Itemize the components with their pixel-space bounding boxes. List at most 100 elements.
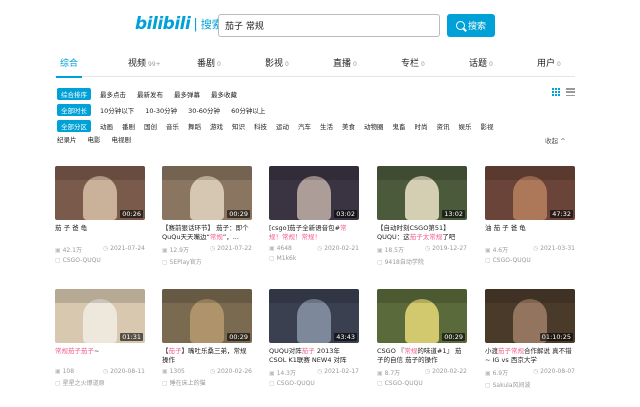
video-title[interactable]: [csgo]茄子全新语音包#常规！常规！常规！: [269, 224, 359, 242]
zone-option[interactable]: 动画: [100, 121, 113, 131]
zone-option[interactable]: 影视: [481, 121, 494, 131]
tab-count: 99+: [148, 61, 161, 68]
tab-label: 视频: [128, 59, 147, 69]
zone-option[interactable]: 电视剧: [112, 134, 132, 144]
video-thumbnail[interactable]: 00:29: [162, 166, 252, 220]
search-input[interactable]: [225, 20, 433, 31]
video-title[interactable]: QUQU对阵茄子 2013年 CSOL K1联赛 NEW4 对阵: [269, 347, 359, 365]
video-card[interactable]: 00:29 CSGO 『常规的味道#1』 茄子的自信 茄子的操作 8.7万 2020-…: [377, 289, 467, 387]
video-card[interactable]: 13:02 【自动时刻CSGO第51】 QUQU：这茄子太常规了吧 18.5万 201…: [377, 166, 467, 266]
video-title[interactable]: 常规茄子茄子~: [55, 347, 145, 365]
video-thumbnail[interactable]: 43:43: [269, 289, 359, 343]
uploader-name[interactable]: CSGO-QUQU: [55, 257, 145, 264]
zone-option[interactable]: 音乐: [166, 121, 179, 131]
video-card[interactable]: 01:31常规茄子茄子~1082020-08-11星星之火燎道原: [55, 289, 145, 387]
duration-option[interactable]: 60分钟以上: [231, 105, 265, 115]
grid-view-icon[interactable]: [552, 88, 561, 96]
video-title[interactable]: 油 茄 子 爸 龟: [485, 224, 575, 242]
zone-option[interactable]: 生活: [320, 121, 333, 131]
sort-option[interactable]: 最多弹幕: [174, 89, 200, 99]
video-thumbnail[interactable]: 00:29: [377, 289, 467, 343]
zone-option[interactable]: 电影: [88, 134, 101, 144]
tab-article[interactable]: 专栏 0: [401, 56, 425, 69]
zone-option[interactable]: 游戏: [210, 121, 223, 131]
zone-option[interactable]: 资讯: [437, 121, 450, 131]
zone-option[interactable]: 国创: [144, 121, 157, 131]
video-thumbnail[interactable]: 00:29: [162, 289, 252, 343]
zone-option[interactable]: 时尚: [415, 121, 428, 131]
duration-option[interactable]: 10分钟以下: [100, 105, 134, 115]
upload-date: 2020-02-26: [210, 368, 252, 375]
duration-option[interactable]: 30-60分钟: [188, 105, 220, 115]
uploader-name[interactable]: CSGO-QUQU: [485, 257, 575, 264]
zone-filter-row-2: 纪录片 电影 电视剧: [57, 134, 142, 144]
tab-topic[interactable]: 话题 0: [469, 56, 493, 69]
thumbnail-shade: [485, 166, 575, 180]
video-card[interactable]: 03:02 [csgo]茄子全新语音包#常规！常规！常规！ 4648 2020-02-…: [269, 166, 359, 262]
zone-option[interactable]: 知识: [232, 121, 245, 131]
video-title[interactable]: 茄 子 爸 龟: [55, 224, 145, 242]
video-duration: 13:02: [442, 210, 465, 218]
zone-option[interactable]: 舞蹈: [188, 121, 201, 131]
zone-option[interactable]: 番剧: [122, 121, 135, 131]
thumbnail-figure: [190, 299, 224, 343]
zone-option[interactable]: 科技: [254, 121, 267, 131]
uploader-name[interactable]: M1k6k: [269, 255, 359, 262]
thumbnail-shade: [377, 289, 467, 303]
uploader-name[interactable]: 9418自动学院: [377, 257, 467, 266]
uploader-name[interactable]: Sakula风间波: [485, 380, 575, 389]
search-box[interactable]: [218, 14, 440, 37]
video-thumbnail[interactable]: 01:10:25: [485, 289, 575, 343]
header: bilibili | 搜索 搜索: [0, 0, 640, 50]
video-card[interactable]: 00:29 【茄子】嘴吐乐桑三弟，常规操作 1305 2020-02-26 睡在床上的猫: [162, 289, 252, 387]
zone-chip[interactable]: 全部分区: [57, 120, 91, 132]
search-button[interactable]: 搜索: [447, 14, 495, 37]
tab-live[interactable]: 直播 0: [333, 56, 357, 69]
video-thumbnail[interactable]: 01:31: [55, 289, 145, 343]
video-duration: 01:10:25: [539, 333, 573, 341]
video-card[interactable]: 00:29 【赛前狠话环节】 茄子：即个QuQu天天嘴边“常规”，... 12.9万…: [162, 166, 252, 266]
video-thumbnail[interactable]: 03:02: [269, 166, 359, 220]
video-card[interactable]: 00:26 茄 子 爸 龟 42.1万 2021-07-24 CSGO-QUQU: [55, 166, 145, 264]
video-thumbnail[interactable]: 00:26: [55, 166, 145, 220]
duration-option[interactable]: 10-30分钟: [145, 105, 177, 115]
zone-option[interactable]: 娱乐: [459, 121, 472, 131]
video-title[interactable]: CSGO 『常规的味道#1』 茄子的自信 茄子的操作: [377, 347, 467, 365]
tab-user[interactable]: 用户 0: [537, 56, 561, 69]
video-card[interactable]: 01:10:25 小渡茄子常规合作解说 真不错~ IG vs 西京大学 6.9万 20…: [485, 289, 575, 389]
video-title[interactable]: 【自动时刻CSGO第51】 QUQU：这茄子太常规了吧: [377, 224, 467, 242]
sort-option[interactable]: 最多点击: [100, 89, 126, 99]
bilibili-logo[interactable]: bilibili | 搜索: [135, 14, 223, 34]
video-title[interactable]: 小渡茄子常规合作解说 真不错~ IG vs 西京大学: [485, 347, 575, 365]
uploader-name[interactable]: CSGO-QUQU: [377, 380, 467, 387]
video-meta: 8.7万 2020-02-22: [377, 368, 467, 377]
video-title[interactable]: 【赛前狠话环节】 茄子：即个QuQu天天嘴边“常规”，...: [162, 224, 252, 242]
zone-option[interactable]: 汽车: [298, 121, 311, 131]
tab-video[interactable]: 视频 99+: [128, 56, 161, 69]
list-view-icon[interactable]: [566, 88, 575, 96]
video-thumbnail[interactable]: 47:32: [485, 166, 575, 220]
video-card[interactable]: 47:32 油 茄 子 爸 龟 4.6万 2021-03-31 CSGO-QUQU: [485, 166, 575, 264]
sort-chip[interactable]: 综合排序: [57, 88, 91, 100]
zone-option[interactable]: 运动: [276, 121, 289, 131]
uploader-name[interactable]: 5EPlay官方: [162, 257, 252, 266]
tab-bangumi[interactable]: 番剧 0: [197, 56, 221, 69]
tab-all[interactable]: 综合: [55, 56, 83, 78]
uploader-name[interactable]: 睡在床上的猫: [162, 378, 252, 387]
zone-option[interactable]: 美食: [342, 121, 355, 131]
video-card[interactable]: 43:43 QUQU对阵茄子 2013年 CSOL K1联赛 NEW4 对阵 14.…: [269, 289, 359, 387]
zone-option[interactable]: 动物圈: [364, 121, 384, 131]
zone-option[interactable]: 鬼畜: [393, 121, 406, 131]
tab-label: 专栏: [401, 59, 420, 69]
sort-option[interactable]: 最新发布: [137, 89, 163, 99]
collapse-toggle[interactable]: 收起 ^: [545, 135, 566, 145]
tab-movie[interactable]: 影视 0: [265, 56, 289, 69]
video-title[interactable]: 【茄子】嘴吐乐桑三弟，常规操作: [162, 347, 252, 365]
sort-option[interactable]: 最多收藏: [211, 89, 237, 99]
uploader-name[interactable]: 星星之火燎道原: [55, 378, 145, 387]
duration-chip[interactable]: 全部时长: [57, 104, 91, 116]
uploader-name[interactable]: CSGO-QUQU: [269, 380, 359, 387]
video-thumbnail[interactable]: 13:02: [377, 166, 467, 220]
video-meta: 12.9万 2021-07-22: [162, 245, 252, 254]
zone-option[interactable]: 纪录片: [57, 134, 77, 144]
